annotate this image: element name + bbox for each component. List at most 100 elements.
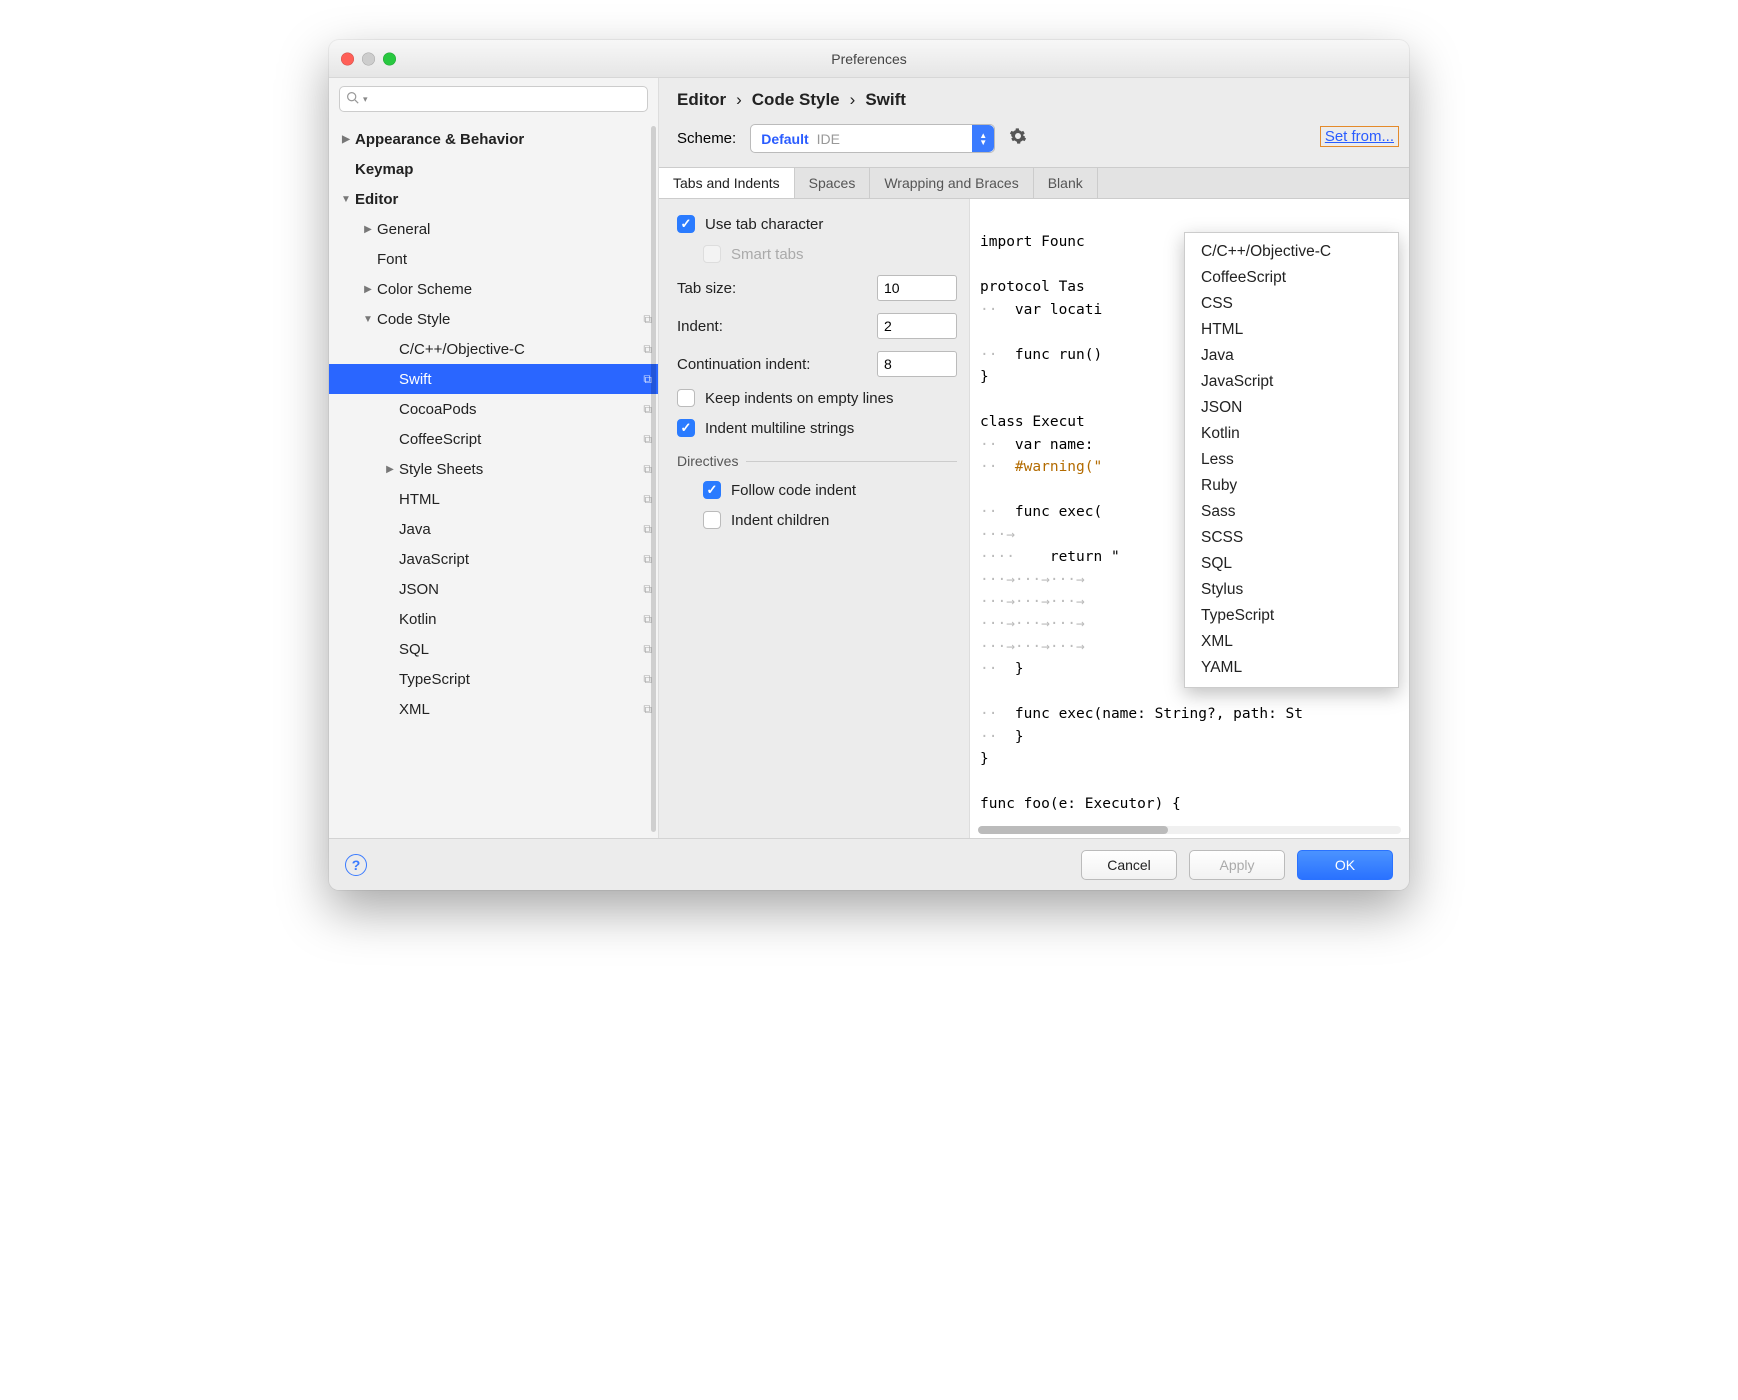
apply-button[interactable]: Apply	[1189, 850, 1285, 880]
follow-indent-checkbox[interactable]: ✓ Follow code indent	[703, 481, 957, 499]
menu-item-coffeescript[interactable]: CoffeeScript	[1185, 265, 1398, 291]
crumb-swift: Swift	[865, 90, 906, 110]
copy-icon: ⧉	[643, 522, 652, 537]
tab-tabs-and-indents[interactable]: Tabs and Indents	[659, 168, 795, 198]
menu-item-javascript[interactable]: JavaScript	[1185, 369, 1398, 395]
checkbox-icon	[703, 245, 721, 263]
sidebar-item-java[interactable]: Java ⧉	[329, 514, 658, 544]
copy-icon: ⧉	[643, 642, 652, 657]
disclosure-icon: ▶	[339, 134, 353, 145]
menu-item-scss[interactable]: SCSS	[1185, 525, 1398, 551]
sidebar-item-code-style[interactable]: ▼Code Style⧉	[329, 304, 658, 334]
sidebar-item-c-c-objective-c[interactable]: C/C++/Objective-C⧉	[329, 334, 658, 364]
horizontal-scrollbar[interactable]	[978, 826, 1401, 834]
menu-item-sql[interactable]: SQL	[1185, 551, 1398, 577]
menu-item-sass[interactable]: Sass	[1185, 499, 1398, 525]
sidebar-item-label: Editor	[355, 191, 398, 208]
cancel-button[interactable]: Cancel	[1081, 850, 1177, 880]
settings-tree: ▶Appearance & BehaviorKeymap▼Editor▶Gene…	[329, 120, 658, 838]
sidebar-item-label: Java	[399, 521, 431, 538]
close-icon[interactable]	[341, 52, 354, 65]
checkbox-icon	[703, 511, 721, 529]
sidebar-item-html[interactable]: HTML ⧉	[329, 484, 658, 514]
menu-item-less[interactable]: Less	[1185, 447, 1398, 473]
sidebar-item-sql[interactable]: SQL⧉	[329, 634, 658, 664]
copy-icon: ⧉	[643, 582, 652, 597]
menu-item-html[interactable]: HTML	[1185, 317, 1398, 343]
copy-icon: ⧉	[643, 612, 652, 627]
menu-item-ruby[interactable]: Ruby	[1185, 473, 1398, 499]
sidebar-item-json[interactable]: JSON ⧉	[329, 574, 658, 604]
sidebar-item-javascript[interactable]: JavaScript ⧉	[329, 544, 658, 574]
sidebar-item-xml[interactable]: XML⧉	[329, 694, 658, 724]
scheme-name: Default	[761, 131, 808, 147]
sidebar-item-general[interactable]: ▶General	[329, 214, 658, 244]
menu-item-c-c-objective-c[interactable]: C/C++/Objective-C	[1185, 239, 1398, 265]
sidebar-item-label: TypeScript	[399, 671, 470, 688]
sidebar-item-color-scheme[interactable]: ▶Color Scheme	[329, 274, 658, 304]
sidebar-item-typescript[interactable]: TypeScript⧉	[329, 664, 658, 694]
tab-size-input[interactable]	[877, 275, 957, 301]
smart-tabs-checkbox[interactable]: Smart tabs	[703, 245, 957, 263]
sidebar-item-style-sheets[interactable]: ▶Style Sheets ⧉	[329, 454, 658, 484]
sidebar-item-label: CocoaPods	[399, 401, 477, 418]
continuation-label: Continuation indent:	[677, 356, 810, 373]
copy-icon: ⧉	[643, 342, 652, 357]
sidebar-item-appearance-behavior[interactable]: ▶Appearance & Behavior	[329, 124, 658, 154]
sidebar-item-label: Color Scheme	[377, 281, 472, 298]
sidebar-item-swift[interactable]: Swift ⧉	[329, 364, 658, 394]
sidebar-item-coffeescript[interactable]: CoffeeScript⧉	[329, 424, 658, 454]
search-icon	[346, 91, 359, 107]
checkbox-checked-icon: ✓	[677, 215, 695, 233]
sidebar-item-label: Style Sheets	[399, 461, 483, 478]
keep-indents-checkbox[interactable]: Keep indents on empty lines	[677, 389, 957, 407]
sidebar-item-kotlin[interactable]: Kotlin⧉	[329, 604, 658, 634]
copy-icon: ⧉	[643, 462, 652, 477]
multiline-checkbox[interactable]: ✓ Indent multiline strings	[677, 419, 957, 437]
menu-item-kotlin[interactable]: Kotlin	[1185, 421, 1398, 447]
gear-icon[interactable]	[1009, 127, 1027, 150]
menu-item-typescript[interactable]: TypeScript	[1185, 603, 1398, 629]
sidebar-item-editor[interactable]: ▼Editor	[329, 184, 658, 214]
window-controls	[341, 52, 396, 65]
menu-item-css[interactable]: CSS	[1185, 291, 1398, 317]
sidebar-item-cocoapods[interactable]: CocoaPods ⧉	[329, 394, 658, 424]
copy-icon: ⧉	[643, 552, 652, 567]
directives-section: Directives	[677, 453, 957, 469]
chevron-down-icon: ▾	[363, 94, 368, 105]
sidebar-item-label: General	[377, 221, 430, 238]
sidebar-item-keymap[interactable]: Keymap	[329, 154, 658, 184]
indent-input[interactable]	[877, 313, 957, 339]
sidebar-item-label: Code Style	[377, 311, 450, 328]
copy-icon: ⧉	[643, 402, 652, 417]
menu-item-yaml[interactable]: YAML	[1185, 655, 1398, 681]
sidebar-item-label: JSON	[399, 581, 439, 598]
sidebar-item-font[interactable]: Font	[329, 244, 658, 274]
use-tab-checkbox[interactable]: ✓ Use tab character	[677, 215, 957, 233]
sidebar-item-label: HTML	[399, 491, 440, 508]
set-from-link[interactable]: Set from...	[1320, 126, 1399, 147]
scheme-scope: IDE	[817, 131, 840, 147]
menu-item-json[interactable]: JSON	[1185, 395, 1398, 421]
menu-item-stylus[interactable]: Stylus	[1185, 577, 1398, 603]
help-icon[interactable]: ?	[345, 854, 367, 876]
continuation-input[interactable]	[877, 351, 957, 377]
copy-icon: ⧉	[643, 492, 652, 507]
indent-children-checkbox[interactable]: Indent children	[703, 511, 957, 529]
zoom-icon[interactable]	[383, 52, 396, 65]
tab-bar: Tabs and IndentsSpacesWrapping and Brace…	[659, 167, 1409, 199]
tab-blank-[interactable]: Blank	[1034, 168, 1098, 198]
menu-item-java[interactable]: Java	[1185, 343, 1398, 369]
set-from-menu: C/C++/Objective-CCoffeeScriptCSSHTMLJava…	[1184, 232, 1399, 688]
search-input[interactable]: ▾	[339, 86, 648, 112]
ok-button[interactable]: OK	[1297, 850, 1393, 880]
disclosure-icon: ▶	[383, 464, 397, 475]
minimize-icon[interactable]	[362, 52, 375, 65]
sidebar-item-label: JavaScript	[399, 551, 469, 568]
tab-spaces[interactable]: Spaces	[795, 168, 871, 198]
tab-wrapping-and-braces[interactable]: Wrapping and Braces	[870, 168, 1033, 198]
menu-item-xml[interactable]: XML	[1185, 629, 1398, 655]
scheme-select[interactable]: Default IDE ▲▼	[750, 124, 995, 153]
copy-icon: ⧉	[643, 372, 652, 387]
sidebar-item-label: Swift	[399, 371, 432, 388]
